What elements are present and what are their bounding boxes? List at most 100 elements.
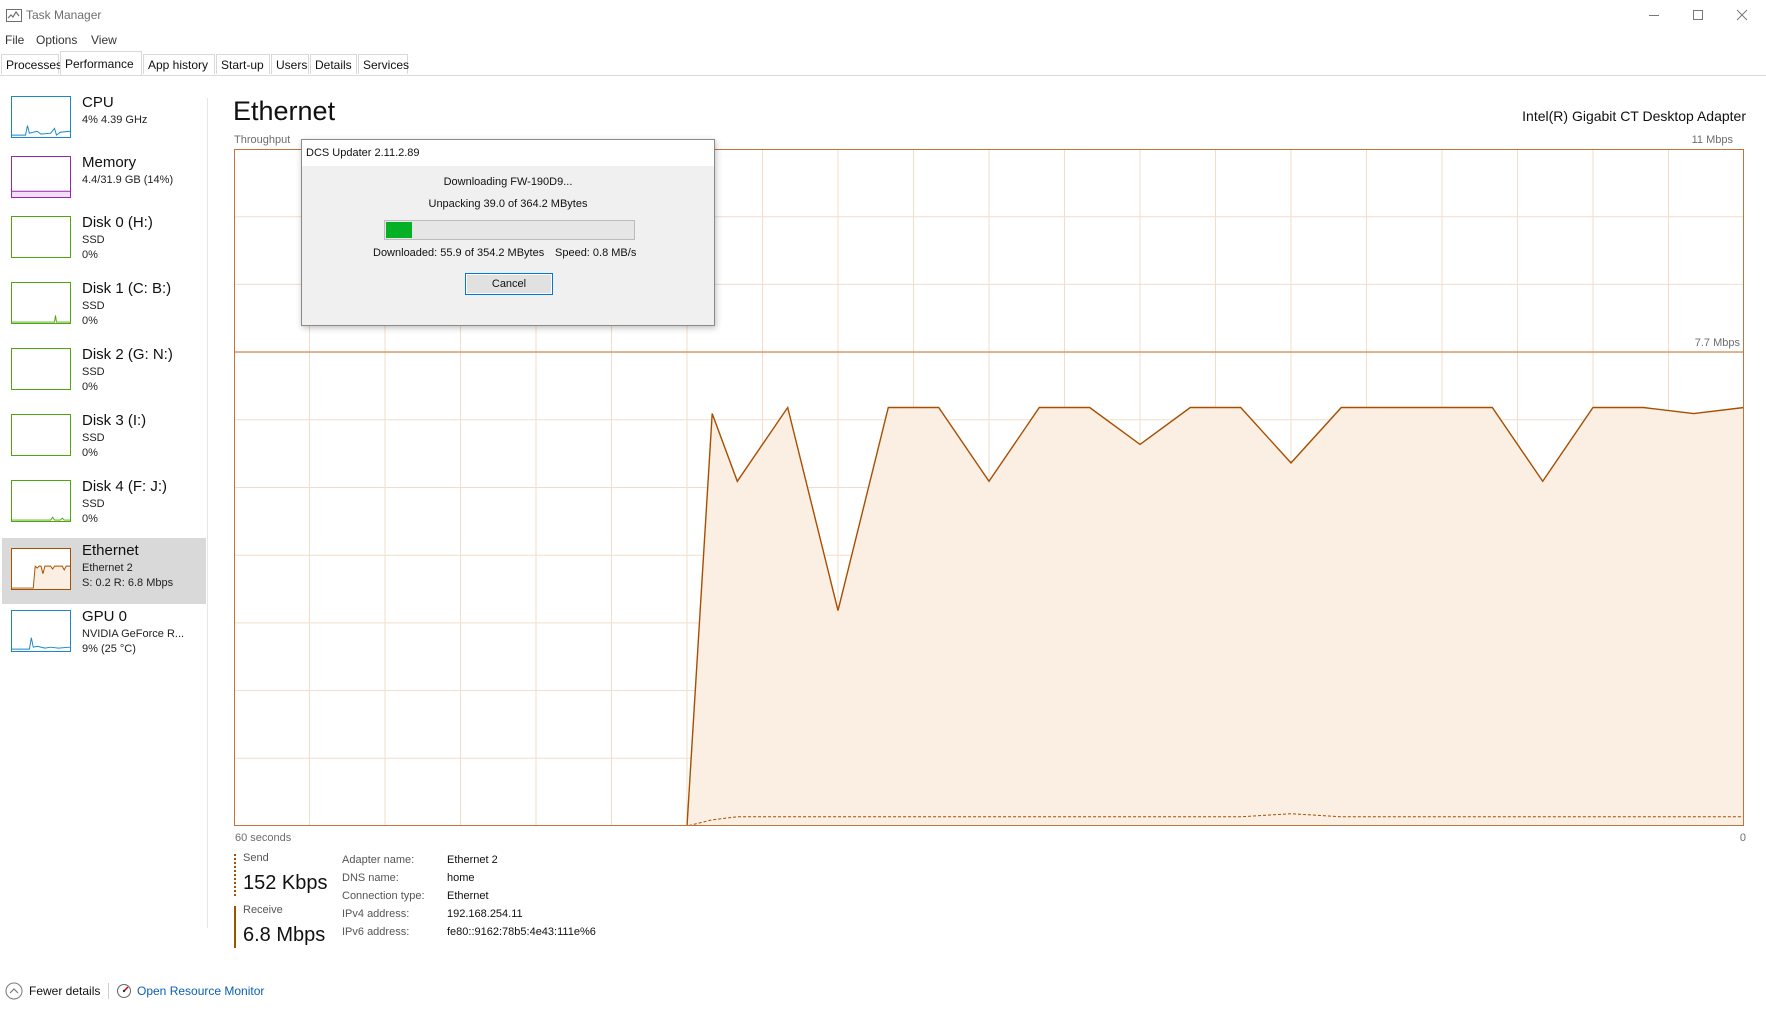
- max-throughput-label: 11 Mbps: [1691, 134, 1733, 146]
- downloading-status: Downloading FW-190D9...: [443, 176, 573, 188]
- maximize-button[interactable]: [1676, 0, 1720, 30]
- sidebar-item-title: Disk 4 (F: J:): [82, 478, 167, 495]
- sidebar-item-ethernet[interactable]: Ethernet Ethernet 2 S: 0.2 R: 6.8 Mbps: [2, 538, 206, 604]
- menu-options[interactable]: Options: [36, 33, 77, 47]
- download-progress-bar: [384, 220, 635, 240]
- minimize-icon: [1649, 15, 1659, 16]
- download-progress-fill: [386, 222, 412, 238]
- cpu-mini-graph: [11, 96, 71, 138]
- fewer-details-label: Fewer details: [29, 984, 101, 998]
- chevron-up-icon: [5, 982, 23, 1000]
- sidebar-item-usage: 0%: [82, 315, 98, 327]
- close-button[interactable]: [1720, 0, 1764, 30]
- memory-mini-graph: [11, 156, 71, 198]
- sidebar-item-detail: 4.4/31.9 GB (14%): [82, 174, 174, 186]
- sidebar-item-detail: 4% 4.39 GHz: [82, 114, 148, 126]
- info-key: Adapter name:: [342, 854, 415, 866]
- open-resource-monitor-link[interactable]: Open Resource Monitor: [116, 980, 264, 1002]
- sidebar-item-title: Disk 2 (G: N:): [82, 346, 173, 363]
- speed-status: Speed: 0.8 MB/s: [555, 247, 637, 259]
- sidebar-item-type: SSD: [82, 366, 105, 378]
- footer-divider: [108, 983, 109, 999]
- mid-throughput-label: 7.7 Mbps: [1694, 337, 1740, 349]
- sidebar-item-detail: Ethernet 2: [82, 562, 133, 574]
- sidebar-item-gpu-0[interactable]: GPU 0 NVIDIA GeForce R... 9% (25 °C): [2, 604, 206, 670]
- disk-4-mini-graph: [11, 480, 71, 522]
- time-axis-end-label: 0: [1739, 832, 1746, 844]
- info-value: home: [447, 872, 475, 884]
- time-axis-start-label: 60 seconds: [235, 832, 292, 844]
- disk-3-mini-graph: [11, 414, 71, 456]
- sidebar-item-type: SSD: [82, 432, 105, 444]
- fewer-details-button[interactable]: Fewer details: [5, 980, 100, 1002]
- sidebar-item-disk-3[interactable]: Disk 3 (I:) SSD 0%: [2, 408, 206, 474]
- page-title: Ethernet: [233, 96, 336, 126]
- task-manager-icon: [6, 9, 22, 22]
- sidebar-item-title: Memory: [82, 154, 137, 171]
- close-icon: [1736, 9, 1748, 21]
- sidebar-item-memory[interactable]: Memory 4.4/31.9 GB (14%): [2, 150, 206, 216]
- sidebar-item-usage: 0%: [82, 447, 98, 459]
- tab-users[interactable]: Users: [271, 54, 309, 74]
- info-value: Ethernet 2: [447, 854, 498, 866]
- throughput-label: Throughput: [234, 134, 291, 146]
- tab-details[interactable]: Details: [310, 54, 357, 74]
- receive-label: Receive: [243, 904, 283, 916]
- info-value: fe80::9162:78b5:4e43:111e%6: [447, 926, 596, 938]
- sidebar-item-title: Disk 3 (I:): [82, 412, 147, 429]
- sidebar-item-disk-1[interactable]: Disk 1 (C: B:) SSD 0%: [2, 276, 206, 342]
- info-key: IPv6 address:: [342, 926, 410, 938]
- sidebar-item-type: SSD: [82, 234, 105, 246]
- resource-monitor-icon: [117, 984, 131, 998]
- minimize-button[interactable]: [1632, 0, 1676, 30]
- sidebar-item-usage: 0%: [82, 381, 98, 393]
- sidebar-item-title: CPU: [82, 94, 114, 111]
- sidebar-item-title: GPU 0: [82, 608, 128, 625]
- sidebar-item-cpu[interactable]: CPU 4% 4.39 GHz: [2, 90, 206, 156]
- tab-start-up[interactable]: Start-up: [216, 54, 270, 74]
- send-value: 152 Kbps: [243, 872, 328, 894]
- dialog-title: DCS Updater 2.11.2.89: [302, 140, 714, 166]
- send-indicator: [234, 854, 236, 896]
- tab-services[interactable]: Services: [358, 54, 409, 74]
- disk-0-mini-graph: [11, 216, 71, 258]
- tab-bar: Processes Performance App history Start-…: [0, 51, 1766, 76]
- sidebar-item-title: Disk 1 (C: B:): [82, 280, 172, 297]
- receive-value: 6.8 Mbps: [243, 924, 326, 946]
- receive-indicator: [234, 906, 236, 948]
- info-value: Ethernet: [447, 890, 489, 902]
- sidebar-item-type: SSD: [82, 300, 105, 312]
- sidebar-item-usage: 0%: [82, 513, 98, 525]
- info-key: Connection type:: [342, 890, 425, 902]
- sidebar-item-throughput: S: 0.2 R: 6.8 Mbps: [82, 577, 174, 589]
- resource-monitor-label: Open Resource Monitor: [137, 984, 265, 998]
- sidebar-item-type: SSD: [82, 498, 105, 510]
- sidebar-item-disk-4[interactable]: Disk 4 (F: J:) SSD 0%: [2, 474, 206, 540]
- window-title: Task Manager: [26, 8, 102, 22]
- updater-dialog: DCS Updater 2.11.2.89 Downloading FW-190…: [301, 139, 715, 326]
- tab-app-history[interactable]: App history: [143, 54, 215, 74]
- performance-sidebar: CPU 4% 4.39 GHz Memory 4.4/31.9 GB (14%)…: [0, 90, 206, 990]
- menu-view[interactable]: View: [91, 33, 117, 47]
- sidebar-item-detail: NVIDIA GeForce R...: [82, 628, 185, 640]
- tab-processes[interactable]: Processes: [1, 54, 62, 74]
- send-label: Send: [243, 852, 269, 864]
- cancel-button[interactable]: Cancel: [465, 273, 553, 295]
- maximize-icon: [1693, 10, 1703, 20]
- sidebar-item-disk-2[interactable]: Disk 2 (G: N:) SSD 0%: [2, 342, 206, 408]
- menu-file[interactable]: File: [5, 33, 24, 47]
- sidebar-item-title: Disk 0 (H:): [82, 214, 153, 231]
- gpu-mini-graph: [11, 610, 71, 652]
- disk-1-mini-graph: [11, 282, 71, 324]
- tab-performance[interactable]: Performance: [60, 51, 142, 75]
- sidebar-item-usage: 0%: [82, 249, 98, 261]
- sidebar-item-disk-0[interactable]: Disk 0 (H:) SSD 0%: [2, 210, 206, 276]
- sidebar-item-title: Ethernet: [82, 542, 139, 559]
- title-bar: Task Manager: [0, 0, 1766, 30]
- disk-2-mini-graph: [11, 348, 71, 390]
- info-key: IPv4 address:: [342, 908, 410, 920]
- downloaded-status: Downloaded: 55.9 of 354.2 MBytes: [373, 247, 545, 259]
- adapter-info: Adapter name: Ethernet 2 DNS name: home …: [342, 854, 642, 954]
- sidebar-divider: [207, 98, 208, 928]
- sidebar-item-usage: 9% (25 °C): [82, 643, 136, 655]
